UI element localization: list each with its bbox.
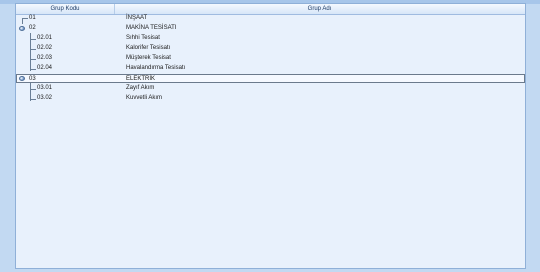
group-name-cell: Kuvvetli Akım (126, 95, 163, 101)
group-name-cell: MAKİNA TESİSATI (126, 25, 177, 31)
table-row[interactable]: 02.01 Sıhhi Tesisat (16, 34, 525, 43)
expanded-node-icon[interactable] (19, 76, 25, 81)
tree-branch-connector (31, 44, 36, 50)
tree-branch-connector (31, 34, 36, 40)
group-code-cell: 02.03 (37, 55, 53, 61)
group-name-cell: İNŞAAT (126, 15, 148, 21)
group-code-cell: 03.01 (37, 85, 53, 91)
grid-bottom-border (15, 268, 526, 269)
table-row[interactable]: 01 İNŞAAT (16, 14, 525, 23)
group-tree-grid[interactable]: Grup Kodu Grup Adı 01 İNŞAAT 02 MAKİNA T… (15, 3, 526, 269)
table-row[interactable]: 02 MAKİNA TESİSATI (16, 24, 525, 33)
table-row[interactable]: 02.04 Havalandırma Tesisatı (16, 64, 525, 73)
expanded-node-icon[interactable] (19, 26, 25, 31)
tree-branch-connector (31, 64, 36, 70)
column-header-group-name[interactable]: Grup Adı (114, 4, 525, 14)
group-name-cell: Kalorifer Tesisatı (126, 45, 171, 51)
table-row-selected[interactable]: 03 ELEKTRİK (16, 74, 525, 83)
tree-branch-connector (31, 84, 36, 90)
group-name-cell: ELEKTRİK (126, 76, 156, 82)
group-name-cell: Zayıf Akım (126, 85, 155, 91)
group-name-cell: Havalandırma Tesisatı (126, 65, 186, 71)
tree-branch-connector (31, 54, 36, 60)
group-code-cell: 02.04 (37, 65, 53, 71)
group-code-cell: 01 (29, 15, 36, 21)
group-code-cell: 02.02 (37, 45, 53, 51)
tree-branch-connector (31, 94, 36, 100)
table-row[interactable]: 03.01 Zayıf Akım (16, 84, 525, 93)
group-code-cell: 02 (29, 25, 36, 31)
group-code-cell: 03 (29, 76, 36, 82)
column-header-group-code[interactable]: Grup Kodu (16, 4, 115, 14)
group-name-cell: Müşterek Tesisat (126, 55, 171, 61)
table-row[interactable]: 02.03 Müşterek Tesisat (16, 54, 525, 63)
group-code-cell: 02.01 (37, 35, 53, 41)
table-row[interactable]: 03.02 Kuvvetli Akım (16, 94, 525, 103)
group-code-cell: 03.02 (37, 95, 53, 101)
group-name-cell: Sıhhi Tesisat (126, 35, 160, 41)
table-row[interactable]: 02.02 Kalorifer Tesisatı (16, 44, 525, 53)
